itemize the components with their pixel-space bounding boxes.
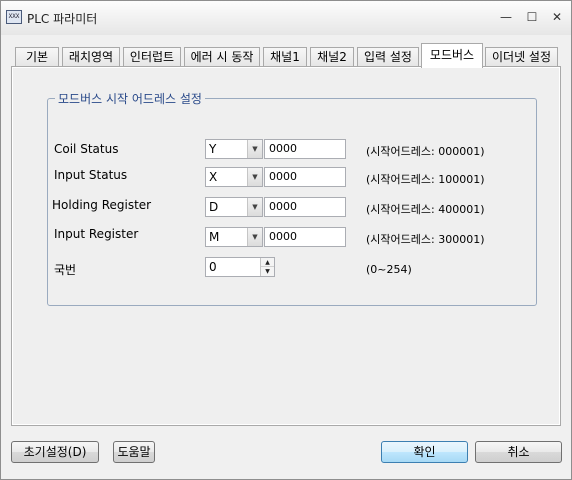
input-register-address-input[interactable]: 0000 [264, 227, 346, 247]
holding-register-device-value: D [209, 200, 219, 214]
holding-register-hint: (시작어드레스: 400001) [366, 203, 485, 216]
minimize-icon[interactable]: — [497, 9, 515, 25]
title-bar[interactable]: XXX PLC 파라미터 — ☐ ✕ [1, 1, 571, 35]
holding-register-address-input[interactable]: 0000 [264, 197, 346, 217]
chevron-down-icon[interactable]: ▼ [247, 198, 262, 216]
tab-interrupt[interactable]: 인터럽트 [123, 47, 181, 67]
tab-modbus[interactable]: 모드버스 [421, 43, 483, 68]
chevron-down-icon[interactable]: ▼ [247, 140, 262, 158]
coil-status-label: Coil Status [54, 142, 119, 156]
plc-parameter-window: XXX PLC 파라미터 — ☐ ✕ 기본 래치영역 인터럽트 에러 시 동작 … [0, 0, 572, 480]
close-icon[interactable]: ✕ [548, 9, 566, 25]
window-title: PLC 파라미터 [27, 12, 98, 26]
tab-channel1[interactable]: 채널1 [263, 47, 307, 67]
spin-up-icon[interactable]: ▲ [261, 258, 274, 267]
modbus-start-address-group: 모드버스 시작 어드레스 설정 Coil Status Y ▼ 0000 (시작… [47, 90, 537, 306]
chevron-down-icon[interactable]: ▼ [247, 228, 262, 246]
holding-register-device-select[interactable]: D ▼ [205, 197, 263, 217]
spin-down-icon[interactable]: ▼ [261, 267, 274, 276]
ok-button[interactable]: 확인 [381, 441, 468, 463]
coil-status-hint: (시작어드레스: 000001) [366, 145, 485, 158]
input-status-device-select[interactable]: X ▼ [205, 167, 263, 187]
input-status-hint: (시작어드레스: 100001) [366, 173, 485, 186]
reset-defaults-button[interactable]: 초기설정(D) [11, 441, 99, 463]
station-number-label: 국번 [54, 263, 77, 277]
input-status-address-input[interactable]: 0000 [264, 167, 346, 187]
chevron-down-icon[interactable]: ▼ [247, 168, 262, 186]
station-number-hint: (0~254) [366, 263, 412, 276]
input-register-hint: (시작어드레스: 300001) [366, 233, 485, 246]
input-register-device-select[interactable]: M ▼ [205, 227, 263, 247]
maximize-icon[interactable]: ☐ [523, 9, 541, 25]
input-register-label: Input Register [54, 227, 139, 241]
app-icon: XXX [6, 10, 22, 24]
spinner-buttons: ▲ ▼ [260, 258, 274, 276]
coil-status-device-value: Y [209, 142, 217, 156]
holding-register-label: Holding Register [52, 198, 152, 212]
station-number-value: 0 [209, 260, 217, 274]
tab-error-action[interactable]: 에러 시 동작 [184, 47, 260, 67]
tab-basic[interactable]: 기본 [15, 47, 59, 67]
input-status-device-value: X [209, 170, 218, 184]
input-status-label: Input Status [54, 168, 128, 182]
coil-status-address-input[interactable]: 0000 [264, 139, 346, 159]
tab-input-settings[interactable]: 입력 설정 [357, 47, 419, 67]
tab-strip: 기본 래치영역 인터럽트 에러 시 동작 채널1 채널2 입력 설정 모드버스 … [1, 43, 572, 68]
tab-ethernet-settings[interactable]: 이더넷 설정 [485, 47, 558, 67]
group-title: 모드버스 시작 어드레스 설정 [55, 90, 205, 107]
cancel-button[interactable]: 취소 [475, 441, 562, 463]
tab-panel-modbus: 모드버스 시작 어드레스 설정 Coil Status Y ▼ 0000 (시작… [11, 66, 561, 426]
input-register-device-value: M [209, 230, 220, 244]
tab-latch-area[interactable]: 래치영역 [62, 47, 120, 67]
tab-channel2[interactable]: 채널2 [310, 47, 354, 67]
tab-panel-body: 모드버스 시작 어드레스 설정 Coil Status Y ▼ 0000 (시작… [13, 68, 559, 424]
station-number-spinner[interactable]: 0 ▲ ▼ [205, 257, 275, 277]
help-button[interactable]: 도움말 [113, 441, 155, 463]
coil-status-device-select[interactable]: Y ▼ [205, 139, 263, 159]
